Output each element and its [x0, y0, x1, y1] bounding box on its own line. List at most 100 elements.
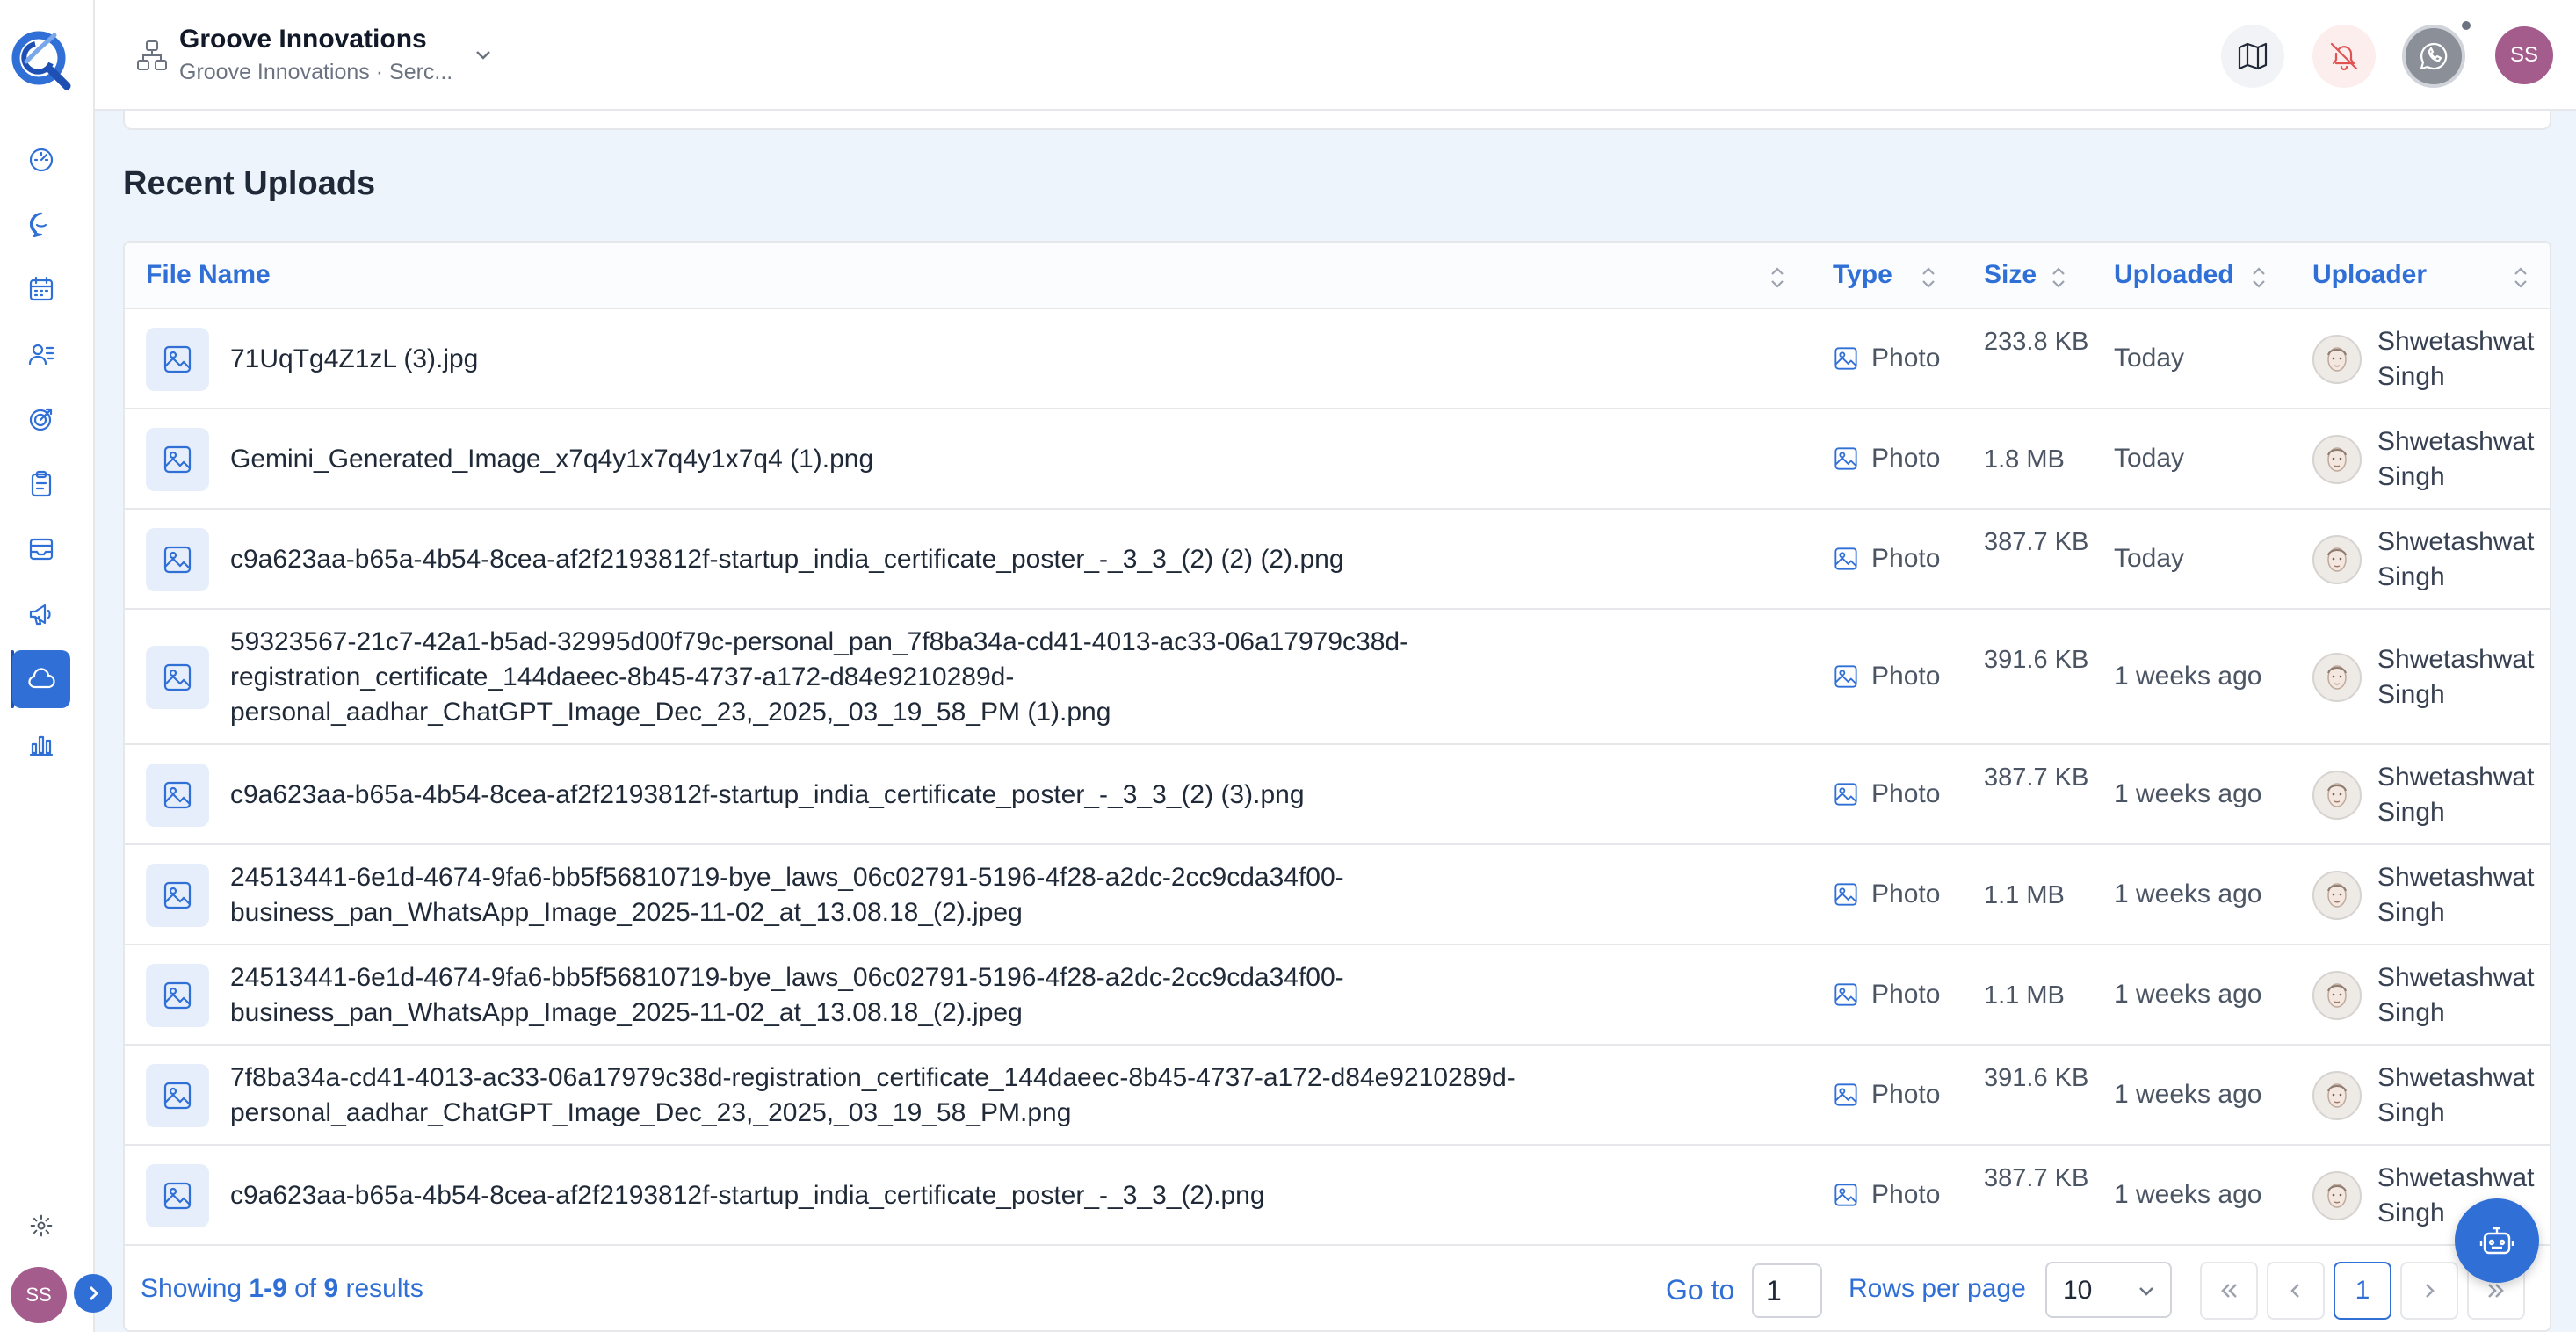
sort-icon[interactable]	[1919, 265, 1938, 290]
nav-settings[interactable]	[12, 1197, 70, 1255]
uploader: Shwetashwat Singh	[2312, 424, 2550, 495]
file-name[interactable]: c9a623aa-b65a-4b54-8cea-af2f2193812f-sta…	[230, 778, 1794, 813]
org-switcher-chevron[interactable]	[471, 42, 496, 67]
col-uploaded[interactable]: Uploaded	[2114, 260, 2234, 290]
uploader-avatar	[2312, 435, 2362, 484]
cloud-icon	[28, 668, 55, 689]
nav-calendar[interactable]	[12, 260, 70, 318]
file-name[interactable]: c9a623aa-b65a-4b54-8cea-af2f2193812f-sta…	[230, 1178, 1794, 1213]
file-type-label: Photo	[1871, 980, 1941, 1009]
col-type[interactable]: Type	[1833, 260, 1892, 290]
file-name[interactable]: 59323567-21c7-42a1-b5ad-32995d00f79c-per…	[230, 625, 1794, 730]
table-row[interactable]: 71UqTg4Z1zL (3).jpg Photo 233.8 KB Today Shw…	[125, 309, 2550, 409]
clipboard-icon	[31, 470, 52, 497]
file-name[interactable]: c9a623aa-b65a-4b54-8cea-af2f2193812f-sta…	[230, 542, 1794, 577]
page-1-button[interactable]: 1	[2334, 1262, 2391, 1320]
table-footer: Showing 1-9 of 9 results Go to Rows per …	[125, 1248, 2550, 1330]
uploaded-time: 1 weeks ago	[2114, 1180, 2262, 1209]
image-file-icon	[146, 1064, 209, 1127]
file-name[interactable]: 24513441-6e1d-4674-9fa6-bb5f56810719-bye…	[230, 860, 1794, 930]
rows-per-page-select[interactable]: 10	[2045, 1262, 2172, 1318]
file-name[interactable]: 24513441-6e1d-4674-9fa6-bb5f56810719-bye…	[230, 960, 1794, 1031]
chevron-down-icon	[476, 51, 490, 60]
sidebar: SS	[0, 0, 112, 1332]
nav-dashboard[interactable]	[12, 130, 70, 188]
uploaded-time: 1 weeks ago	[2114, 779, 2262, 808]
bell-off-icon	[2330, 42, 2358, 71]
photo-icon	[1834, 1083, 1857, 1106]
uploader-avatar	[2312, 871, 2362, 920]
uploader: Shwetashwat Singh	[2312, 760, 2550, 830]
photo-icon	[1834, 347, 1857, 370]
nav-reports[interactable]	[12, 715, 70, 773]
file-type-label: Photo	[1871, 344, 1941, 373]
sort-icon[interactable]	[2049, 265, 2068, 290]
logo-icon	[11, 31, 71, 90]
first-page-button[interactable]	[2200, 1262, 2258, 1320]
nav-chat[interactable]	[12, 195, 70, 253]
uploader-avatar	[2312, 653, 2362, 702]
org-subtitle: Groove Innovations · Serc...	[179, 60, 453, 84]
section-title: Recent Uploads	[123, 165, 376, 202]
sort-icon[interactable]	[2249, 265, 2268, 290]
file-type-label: Photo	[1871, 444, 1941, 473]
org-name[interactable]: Groove Innovations	[179, 25, 427, 54]
uploaded-time: Today	[2114, 344, 2185, 373]
table-row[interactable]: c9a623aa-b65a-4b54-8cea-af2f2193812f-sta…	[125, 745, 2550, 845]
image-file-icon	[146, 864, 209, 927]
file-name[interactable]: 71UqTg4Z1zL (3).jpg	[230, 342, 1794, 377]
next-page-button[interactable]	[2400, 1262, 2458, 1320]
table-row[interactable]: 24513441-6e1d-4674-9fa6-bb5f56810719-bye…	[125, 845, 2550, 945]
nav-campaigns[interactable]	[12, 585, 70, 643]
table-row[interactable]: c9a623aa-b65a-4b54-8cea-af2f2193812f-sta…	[125, 1146, 2550, 1246]
table-row[interactable]: 7f8ba34a-cd41-4013-ac33-06a17979c38d-reg…	[125, 1046, 2550, 1146]
uploader-name: Shwetashwat Singh	[2377, 763, 2535, 827]
table-row[interactable]: c9a623aa-b65a-4b54-8cea-af2f2193812f-sta…	[125, 510, 2550, 610]
file-name[interactable]: 7f8ba34a-cd41-4013-ac33-06a17979c38d-reg…	[230, 1061, 1794, 1131]
file-type: Photo	[1833, 1080, 1940, 1110]
nav-uploads[interactable]	[12, 650, 70, 708]
uploader-name: Shwetashwat Singh	[2377, 327, 2535, 391]
user-avatar[interactable]: SS	[2495, 26, 2553, 84]
uploader: Shwetashwat Singh	[2312, 324, 2550, 395]
file-name[interactable]: Gemini_Generated_Image_x7q4y1x7q4y1x7q4 …	[230, 442, 1794, 477]
file-type-label: Photo	[1871, 1180, 1941, 1209]
uploaded-time: 1 weeks ago	[2114, 1080, 2262, 1109]
uploader: Shwetashwat Singh	[2312, 860, 2550, 930]
col-uploader[interactable]: Uploader	[2312, 260, 2427, 290]
results-total: 9	[323, 1274, 339, 1303]
expand-sidebar-button[interactable]	[74, 1274, 112, 1313]
uploader-name: Shwetashwat Singh	[2377, 863, 2535, 927]
nav-inbox[interactable]	[12, 520, 70, 578]
sort-icon[interactable]	[2511, 265, 2530, 290]
prev-page-button[interactable]	[2267, 1262, 2325, 1320]
chatbot-button[interactable]	[2455, 1198, 2539, 1283]
calendar-icon	[29, 276, 54, 301]
nav-tasks[interactable]	[12, 455, 70, 513]
chevron-right-icon	[89, 1285, 99, 1301]
file-size: 233.8 KB	[1984, 328, 2089, 356]
map-button[interactable]	[2221, 25, 2284, 88]
nav-targets[interactable]	[12, 390, 70, 448]
app-logo[interactable]	[9, 25, 74, 90]
table-row[interactable]: 59323567-21c7-42a1-b5ad-32995d00f79c-per…	[125, 610, 2550, 745]
nav-contacts[interactable]	[12, 325, 70, 383]
image-file-icon	[146, 646, 209, 709]
uploader-avatar	[2312, 335, 2362, 384]
file-size: 1.8 MB	[1984, 445, 2065, 474]
goto-page-input[interactable]	[1752, 1263, 1822, 1318]
file-size: 1.1 MB	[1984, 881, 2065, 909]
table-row[interactable]: 24513441-6e1d-4674-9fa6-bb5f56810719-bye…	[125, 945, 2550, 1046]
file-size: 1.1 MB	[1984, 981, 2065, 1010]
previous-card-edge	[123, 111, 2551, 130]
col-size[interactable]: Size	[1984, 260, 2037, 290]
col-file-name[interactable]: File Name	[146, 260, 271, 290]
sidebar-avatar[interactable]: SS	[11, 1267, 67, 1323]
table-row[interactable]: Gemini_Generated_Image_x7q4y1x7q4y1x7q4 …	[125, 409, 2550, 510]
whatsapp-button[interactable]	[2402, 25, 2465, 88]
notifications-button[interactable]	[2312, 25, 2376, 88]
sort-icon[interactable]	[1768, 265, 1787, 290]
file-type: Photo	[1833, 444, 1940, 474]
rows-per-page-label: Rows per page	[1849, 1274, 2026, 1303]
chevron-down-icon	[2139, 1287, 2153, 1296]
